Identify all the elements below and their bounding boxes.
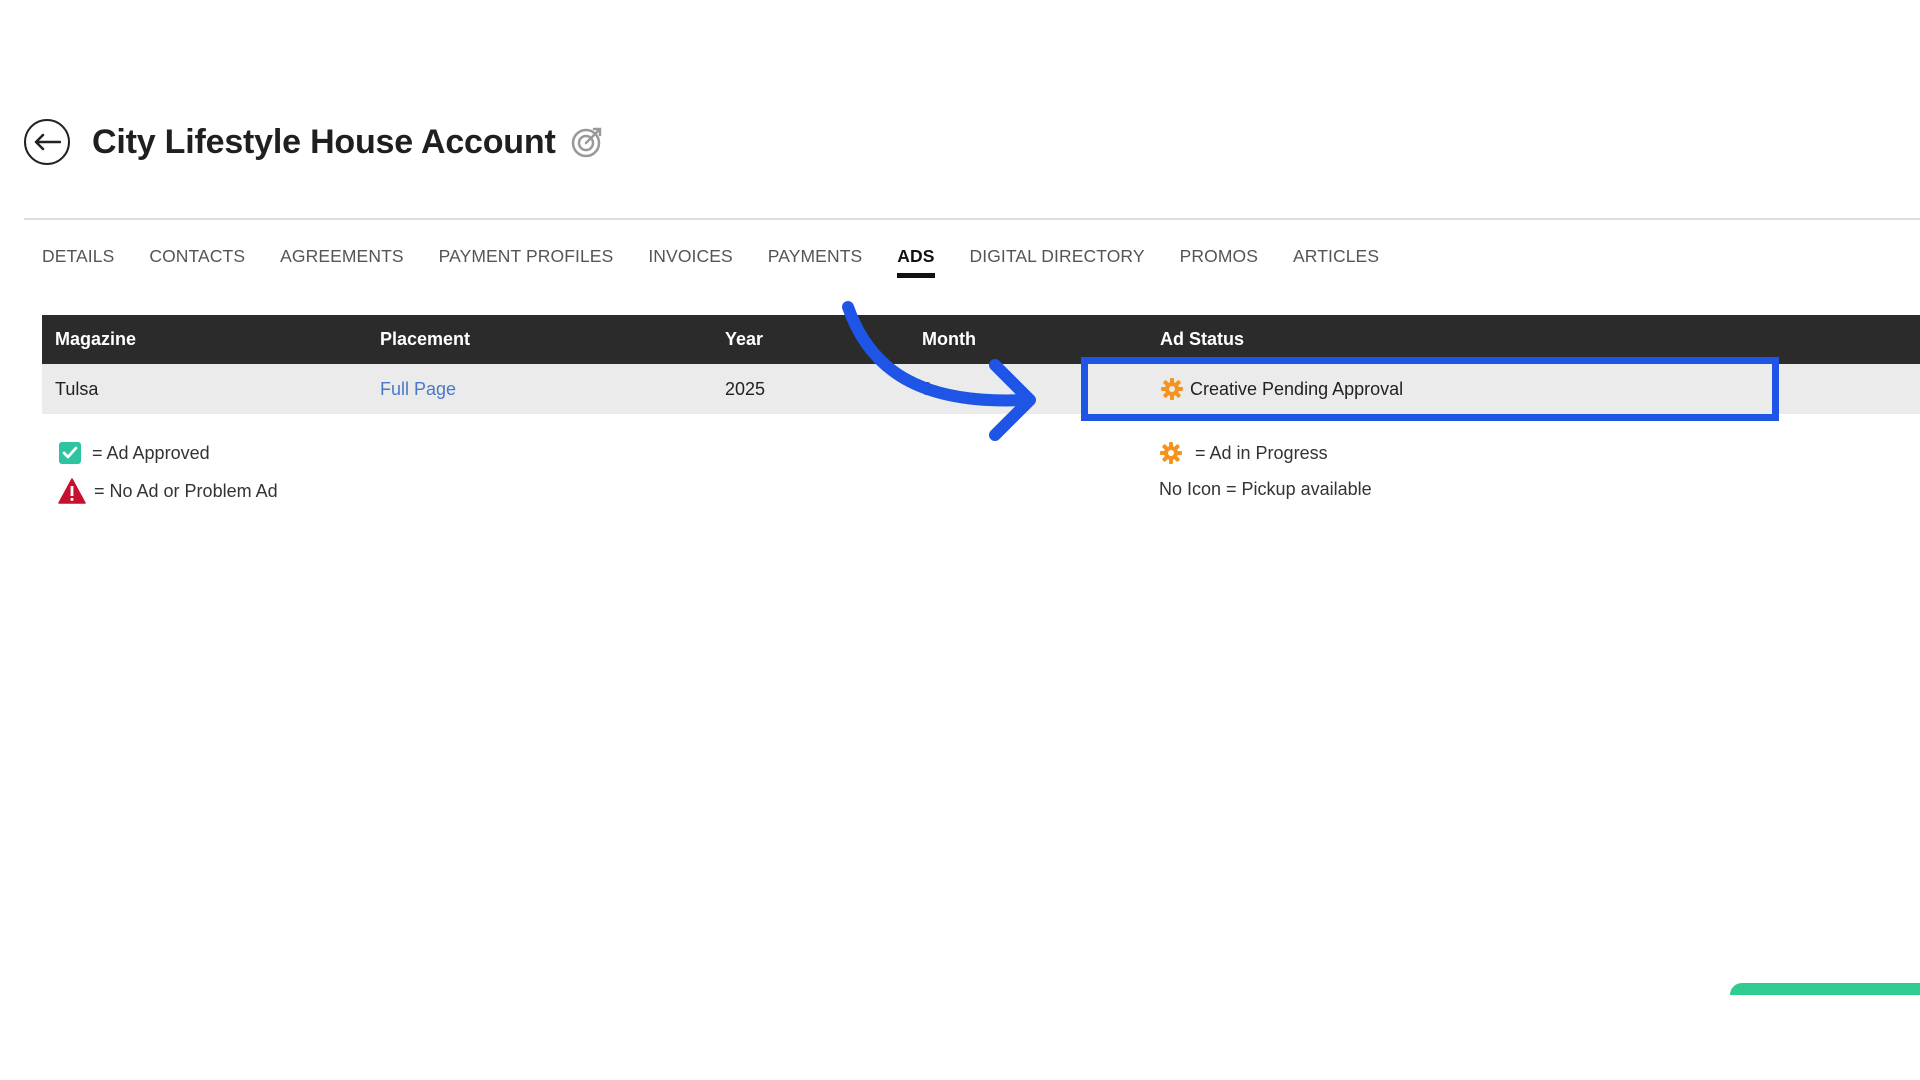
arrow-left-icon (34, 133, 61, 151)
warning-icon (58, 478, 86, 504)
legend-right: = Ad in Progress No Icon = Pickup availa… (1159, 434, 1372, 506)
legend-left: = Ad Approved = No Ad or Problem Ad (58, 434, 278, 510)
cell-ad-status: Creative Pending Approval (1160, 377, 1403, 401)
ads-table: Magazine Placement Year Month Ad Status … (42, 315, 1920, 414)
cell-year: 2025 (725, 378, 766, 399)
target-icon[interactable] (570, 125, 604, 159)
cell-month: 9 (922, 378, 933, 399)
header-placement[interactable]: Placement (380, 329, 470, 350)
tab-payments[interactable]: PAYMENTS (768, 246, 862, 267)
header-magazine[interactable]: Magazine (55, 329, 136, 350)
tab-digital-directory[interactable]: DIGITAL DIRECTORY (970, 246, 1145, 267)
table-row[interactable]: Tulsa Full Page 2025 9 Creative Pending … (42, 364, 1920, 414)
gear-icon (1160, 377, 1184, 401)
legend-in-progress: = Ad in Progress (1159, 434, 1372, 472)
tab-invoices[interactable]: INVOICES (648, 246, 732, 267)
placement-link[interactable]: Full Page (380, 379, 456, 400)
header-divider (24, 218, 1920, 220)
table-header: Magazine Placement Year Month Ad Status (42, 315, 1920, 364)
legend-problem-text: = No Ad or Problem Ad (94, 480, 278, 501)
tab-ads[interactable]: ADS (897, 246, 935, 278)
legend-in-progress-text: = Ad in Progress (1195, 442, 1328, 463)
tab-articles[interactable]: ARTICLES (1293, 246, 1379, 267)
header-year[interactable]: Year (725, 329, 763, 350)
gear-icon (1159, 441, 1183, 465)
tab-agreements[interactable]: AGREEMENTS (280, 246, 404, 267)
legend-problem: = No Ad or Problem Ad (58, 472, 278, 510)
header-ad-status[interactable]: Ad Status (1160, 329, 1244, 350)
tab-payment-profiles[interactable]: PAYMENT PROFILES (439, 246, 614, 267)
legend-approved: = Ad Approved (58, 434, 278, 472)
tab-promos[interactable]: PROMOS (1180, 246, 1258, 267)
tab-details[interactable]: DETAILS (42, 246, 114, 267)
cell-magazine: Tulsa (55, 378, 99, 399)
accent-bar (1730, 983, 1920, 995)
legend-no-icon: No Icon = Pickup available (1159, 472, 1372, 506)
back-button[interactable] (24, 119, 70, 165)
legend-no-icon-text: No Icon = Pickup available (1159, 478, 1372, 499)
page-title: City Lifestyle House Account (92, 122, 556, 161)
legend-approved-text: = Ad Approved (92, 442, 210, 463)
status-text: Creative Pending Approval (1190, 378, 1404, 399)
header-month[interactable]: Month (922, 329, 976, 350)
page-header: City Lifestyle House Account (24, 116, 604, 168)
tab-contacts[interactable]: CONTACTS (149, 246, 245, 267)
tab-bar: DETAILS CONTACTS AGREEMENTS PAYMENT PROF… (42, 246, 1414, 278)
checkbox-checked-icon (59, 442, 81, 464)
